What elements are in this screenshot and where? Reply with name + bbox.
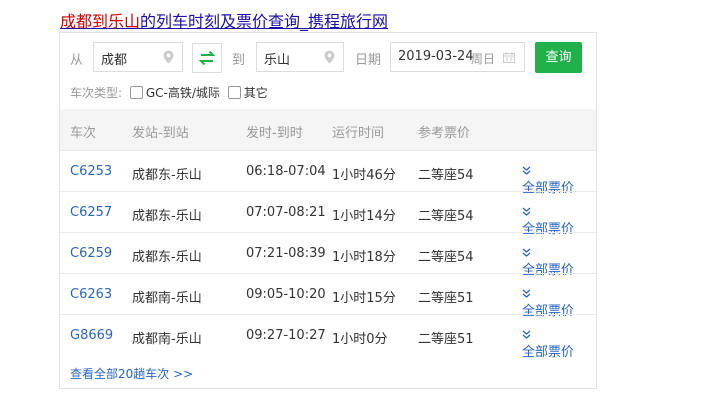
double-chevron-down-icon	[522, 248, 531, 257]
duration-cell: 1小时0分	[332, 332, 388, 347]
from-label: 从	[70, 53, 84, 68]
double-chevron-down-icon	[522, 330, 531, 339]
price-cell: 二等座51	[418, 332, 474, 347]
col-duration: 运行时间	[332, 126, 385, 141]
double-chevron-down-icon	[522, 207, 531, 216]
table-row: C6259 成都东-乐山 07:21-08:39 1小时18分 二等座54 全部…	[60, 232, 596, 278]
all-prices-link[interactable]: 全部票价	[522, 328, 574, 360]
price-cell: 二等座54	[418, 168, 474, 183]
swap-arrows-icon	[198, 50, 216, 66]
train-number-link[interactable]: C6257	[70, 205, 112, 220]
table-row: C6263 成都南-乐山 09:05-10:20 1小时15分 二等座51 全部…	[60, 273, 596, 319]
stations-cell: 成都东-乐山	[132, 209, 202, 224]
title-rest: 的列车时刻及票价查询_携程旅行网	[140, 12, 389, 31]
page-title-link[interactable]: 成都到乐山的列车时刻及票价查询_携程旅行网	[60, 8, 388, 32]
other-checkbox[interactable]	[227, 86, 241, 99]
times-cell: 07:07-08:21	[246, 205, 326, 220]
times-cell: 07:21-08:39	[246, 246, 326, 261]
date-input[interactable]: 2019-03-24 周日	[390, 42, 525, 72]
title-highlight: 成都到乐山	[60, 12, 141, 31]
to-station-value: 乐山	[264, 53, 291, 68]
all-prices-link[interactable]: 全部票价	[522, 246, 574, 278]
table-header: 车次 发站-到站 发时-到时 运行时间 参考票价	[60, 109, 596, 150]
duration-cell: 1小时18分	[332, 250, 396, 265]
col-train-no: 车次	[70, 126, 97, 141]
from-station-input[interactable]: 成都	[93, 42, 183, 72]
other-checkbox-label: 其它	[243, 86, 268, 100]
duration-cell: 1小时15分	[332, 291, 396, 306]
location-pin-icon	[163, 50, 174, 64]
all-prices-link[interactable]: 全部票价	[522, 287, 574, 319]
from-station-value: 成都	[101, 53, 128, 68]
calendar-icon	[503, 52, 515, 63]
stations-cell: 成都东-乐山	[132, 250, 202, 265]
location-pin-icon	[324, 50, 335, 64]
date-label: 日期	[355, 53, 382, 68]
train-type-filters: 车次类型: GC-高铁/城际 其它	[70, 84, 268, 101]
all-prices-link[interactable]: 全部票价	[522, 164, 574, 196]
all-prices-label: 全部票价	[522, 345, 575, 360]
all-prices-link[interactable]: 全部票价	[522, 205, 574, 237]
duration-cell: 1小时14分	[332, 209, 396, 224]
gc-checkbox-label: GC-高铁/城际	[145, 86, 220, 100]
col-stations: 发站-到站	[132, 126, 189, 141]
table-row: C6257 成都东-乐山 07:07-08:21 1小时14分 二等座54 全部…	[60, 191, 596, 237]
stations-cell: 成都南-乐山	[132, 291, 202, 306]
to-station-input[interactable]: 乐山	[256, 42, 344, 72]
train-number-link[interactable]: C6263	[70, 287, 112, 302]
date-value: 2019-03-24	[398, 49, 474, 64]
view-all-trains-link[interactable]: 查看全部20趟车次 >>	[70, 365, 193, 382]
price-cell: 二等座51	[418, 291, 474, 306]
times-cell: 09:05-10:20	[246, 287, 326, 302]
times-cell: 09:27-10:27	[246, 328, 326, 343]
table-row: G8669 成都南-乐山 09:27-10:27 1小时0分 二等座51 全部票…	[60, 314, 596, 360]
times-cell: 06:18-07:04	[246, 164, 326, 179]
train-number-link[interactable]: C6253	[70, 164, 112, 179]
to-label: 到	[232, 53, 246, 68]
double-chevron-down-icon	[522, 166, 531, 175]
col-times: 发时-到时	[246, 126, 303, 141]
stations-cell: 成都南-乐山	[132, 332, 202, 347]
swap-stations-button[interactable]	[192, 43, 222, 73]
stations-cell: 成都东-乐山	[132, 168, 202, 183]
price-cell: 二等座54	[418, 209, 474, 224]
filter-label: 车次类型:	[70, 86, 123, 100]
train-number-link[interactable]: G8669	[70, 328, 113, 343]
duration-cell: 1小时46分	[332, 168, 396, 183]
gc-checkbox[interactable]	[129, 86, 143, 99]
search-button[interactable]: 查询	[535, 42, 582, 73]
weekday-text: 周日	[471, 52, 496, 66]
double-chevron-down-icon	[522, 289, 531, 298]
train-number-link[interactable]: C6259	[70, 246, 112, 261]
price-cell: 二等座54	[418, 250, 474, 265]
col-price: 参考票价	[418, 126, 471, 141]
table-row: C6253 成都东-乐山 06:18-07:04 1小时46分 二等座54 全部…	[60, 150, 596, 196]
train-search-card: 从 成都 到 乐山 日期 2019-03-24 周日 查询 车次类型: GC-高…	[59, 32, 597, 389]
